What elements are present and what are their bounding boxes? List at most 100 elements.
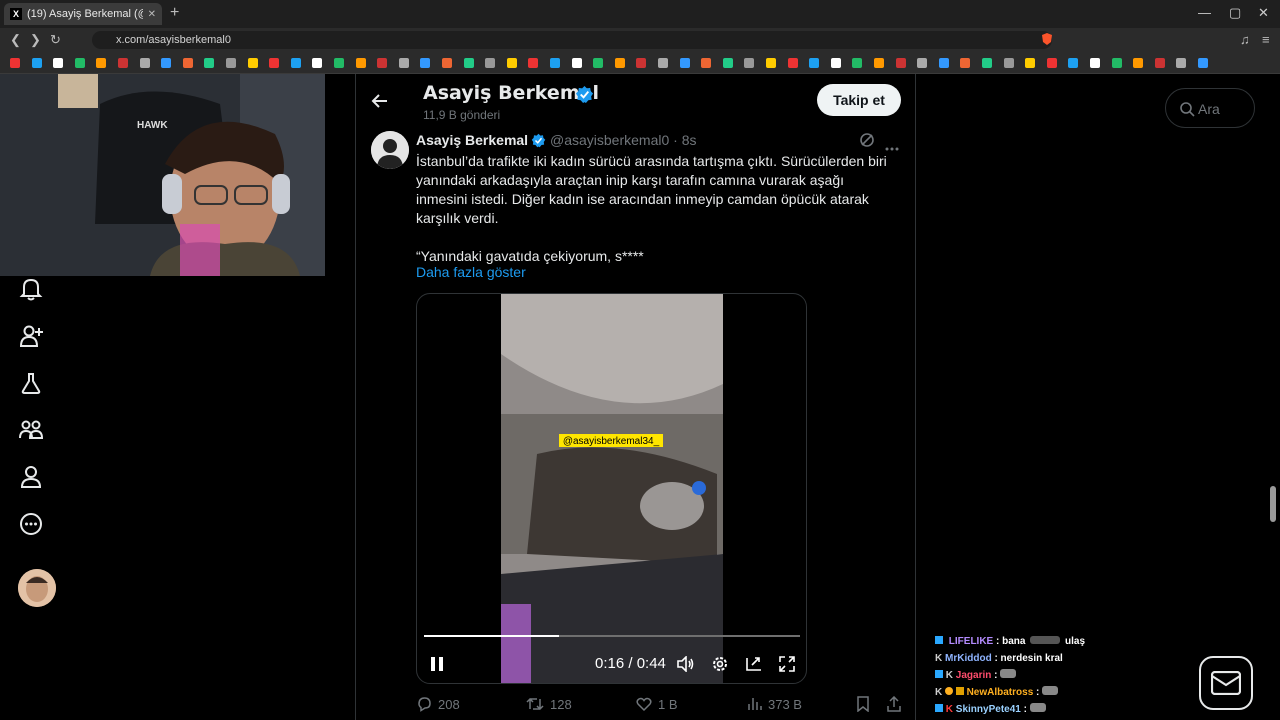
tweet-author-name[interactable]: Asayiş Berkemal: [416, 132, 528, 148]
brave-shield-icon[interactable]: [1040, 32, 1054, 49]
settings-gear-icon[interactable]: [711, 655, 729, 678]
bookmark-favicon-icon[interactable]: [269, 58, 280, 68]
bookmark-favicon-icon[interactable]: [787, 58, 798, 68]
bookmark-favicon-icon[interactable]: [938, 58, 949, 68]
bookmark-favicon-icon[interactable]: [1003, 58, 1014, 68]
media-icon[interactable]: ♫: [1240, 32, 1250, 47]
bookmark-favicon-icon[interactable]: [701, 58, 712, 68]
bookmark-favicon-icon[interactable]: [722, 58, 733, 68]
bookmark-favicon-icon[interactable]: [398, 58, 409, 68]
bookmark-favicon-icon[interactable]: [1154, 58, 1165, 68]
more-options-icon[interactable]: [18, 511, 44, 537]
bookmark-favicon-icon[interactable]: [1133, 58, 1144, 68]
bookmark-favicon-icon[interactable]: [442, 58, 452, 68]
bookmark-favicon-icon[interactable]: [960, 58, 971, 68]
bookmark-favicon-icon[interactable]: [874, 58, 884, 68]
bookmark-button[interactable]: [856, 696, 870, 712]
back-icon[interactable]: ❮: [10, 32, 21, 48]
bookmark-favicon-icon[interactable]: [1025, 58, 1036, 68]
maximize-button[interactable]: ▢: [1229, 5, 1241, 21]
bookmark-favicon-icon[interactable]: [982, 58, 992, 68]
fullscreen-icon[interactable]: [779, 656, 795, 677]
bookmark-favicon-icon[interactable]: [1090, 58, 1100, 68]
like-button[interactable]: 1 B: [636, 696, 678, 712]
profile-icon[interactable]: [18, 464, 44, 490]
bookmark-favicon-icon[interactable]: [1046, 58, 1057, 68]
video-player[interactable]: @asayisberkemal34_ 0:16 / 0:44: [416, 293, 807, 684]
bookmark-favicon-icon[interactable]: [1111, 58, 1122, 68]
bookmark-favicon-icon[interactable]: [917, 58, 928, 68]
page-scrollbar[interactable]: [1270, 486, 1276, 522]
bookmark-favicon-icon[interactable]: [31, 58, 42, 68]
bookmark-favicon-icon[interactable]: [290, 58, 301, 68]
bookmark-favicon-icon[interactable]: [74, 58, 85, 68]
chat-user: NewAlbatross: [966, 687, 1034, 698]
communities-icon[interactable]: [18, 417, 44, 443]
bookmark-favicon-icon[interactable]: [10, 58, 20, 68]
bookmark-favicon-icon[interactable]: [118, 58, 128, 68]
bookmark-favicon-icon[interactable]: [463, 58, 474, 68]
bookmark-favicon-icon[interactable]: [420, 58, 431, 68]
follow-button[interactable]: Takip et: [817, 84, 901, 116]
bookmark-favicon-icon[interactable]: [614, 58, 625, 68]
bookmark-favicon-icon[interactable]: [830, 58, 841, 68]
bookmark-favicon-icon[interactable]: [809, 58, 820, 68]
url-field[interactable]: x.com/asayisberkemal0: [92, 31, 1052, 49]
bookmark-favicon-icon[interactable]: [53, 58, 64, 68]
notifications-icon[interactable]: [18, 276, 44, 302]
bookmark-favicon-icon[interactable]: [139, 58, 150, 68]
reply-button[interactable]: 208: [416, 696, 460, 712]
minimize-button[interactable]: —: [1198, 5, 1211, 20]
bookmark-favicon-icon[interactable]: [744, 58, 755, 68]
bookmark-favicon-icon[interactable]: [182, 58, 193, 68]
tweet-author-avatar[interactable]: [371, 131, 409, 169]
bookmark-favicon-icon[interactable]: [334, 58, 344, 68]
bookmark-favicon-icon[interactable]: [506, 58, 517, 68]
show-more-link[interactable]: Daha fazla göster: [416, 264, 526, 280]
bookmark-favicon-icon[interactable]: [528, 58, 539, 68]
bookmark-favicon-icon[interactable]: [377, 58, 388, 68]
new-tab-button[interactable]: +: [170, 4, 179, 22]
follow-icon[interactable]: [18, 323, 44, 349]
bookmark-favicon-icon[interactable]: [312, 58, 323, 68]
back-arrow-icon[interactable]: [370, 91, 390, 116]
tab-close-icon[interactable]: ✕: [148, 9, 156, 20]
messages-button[interactable]: [1199, 656, 1253, 710]
bookmark-favicon-icon[interactable]: [571, 58, 582, 68]
bookmark-favicon-icon[interactable]: [636, 58, 647, 68]
menu-icon[interactable]: ≡: [1262, 32, 1270, 47]
bookmark-favicon-icon[interactable]: [766, 58, 776, 68]
bookmark-favicon-icon[interactable]: [593, 58, 604, 68]
bookmark-favicon-icon[interactable]: [1068, 58, 1079, 68]
bookmark-favicon-icon[interactable]: [247, 58, 258, 68]
bookmark-favicon-icon[interactable]: [1198, 58, 1208, 68]
bookmark-favicon-icon[interactable]: [679, 58, 690, 68]
share-button[interactable]: [886, 696, 902, 712]
bookmark-favicon-icon[interactable]: [895, 58, 906, 68]
repost-button[interactable]: 128: [526, 696, 572, 712]
picture-in-picture-icon[interactable]: [745, 656, 763, 677]
video-progress-track[interactable]: [424, 635, 800, 637]
grok-icon[interactable]: [859, 132, 875, 153]
views-button[interactable]: 373 B: [746, 696, 802, 712]
pause-icon[interactable]: [430, 656, 444, 677]
grok-flask-icon[interactable]: [18, 370, 44, 396]
browser-tab[interactable]: X (19) Asayiş Berkemal (@asayi ✕: [4, 3, 162, 25]
bookmark-favicon-icon[interactable]: [852, 58, 863, 68]
reload-icon[interactable]: ↻: [50, 32, 61, 48]
bookmark-favicon-icon[interactable]: [1176, 58, 1187, 68]
bookmark-favicon-icon[interactable]: [204, 58, 215, 68]
forward-icon[interactable]: ❯: [30, 32, 41, 48]
bookmark-favicon-icon[interactable]: [550, 58, 560, 68]
close-window-button[interactable]: ✕: [1258, 5, 1269, 21]
bookmark-favicon-icon[interactable]: [355, 58, 366, 68]
bookmark-favicon-icon[interactable]: [226, 58, 236, 68]
search-box[interactable]: Ara: [1165, 88, 1255, 128]
bookmark-favicon-icon[interactable]: [658, 58, 668, 68]
account-avatar[interactable]: [18, 569, 56, 607]
bookmark-favicon-icon[interactable]: [96, 58, 107, 68]
volume-icon[interactable]: [677, 655, 695, 677]
bookmark-favicon-icon[interactable]: [485, 58, 496, 68]
bookmark-favicon-icon[interactable]: [161, 58, 172, 68]
tweet-handle-time[interactable]: @asayisberkemal0 · 8s: [550, 132, 697, 148]
